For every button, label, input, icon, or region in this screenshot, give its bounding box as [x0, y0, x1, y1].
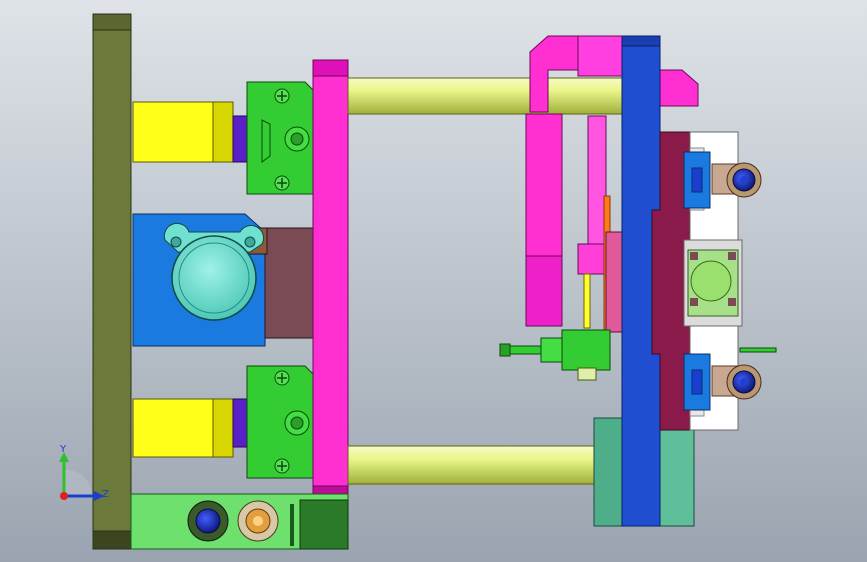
nozzle-flange[interactable]	[171, 235, 257, 321]
triad-y-label: Y	[59, 444, 67, 455]
fixed-platen[interactable]	[312, 59, 349, 501]
top-tie-bar[interactable]	[347, 77, 623, 115]
injection-unit-block[interactable]	[132, 213, 316, 347]
bottom-tie-bar[interactable]	[347, 445, 623, 485]
top-green-mount[interactable]	[246, 81, 314, 195]
fixed-clamp-plate[interactable]	[92, 13, 132, 550]
cad-viewport[interactable]: Y Z	[0, 0, 867, 562]
bottom-cylinder[interactable]	[132, 398, 234, 458]
locating-plate[interactable]	[683, 239, 743, 327]
bottom-green-mount[interactable]	[246, 365, 314, 479]
triad-z-label: Z	[102, 489, 109, 500]
top-cylinder[interactable]	[132, 101, 234, 163]
mold-assembly-drawing[interactable]: Y Z	[0, 0, 867, 562]
base-rail[interactable]	[130, 493, 349, 550]
